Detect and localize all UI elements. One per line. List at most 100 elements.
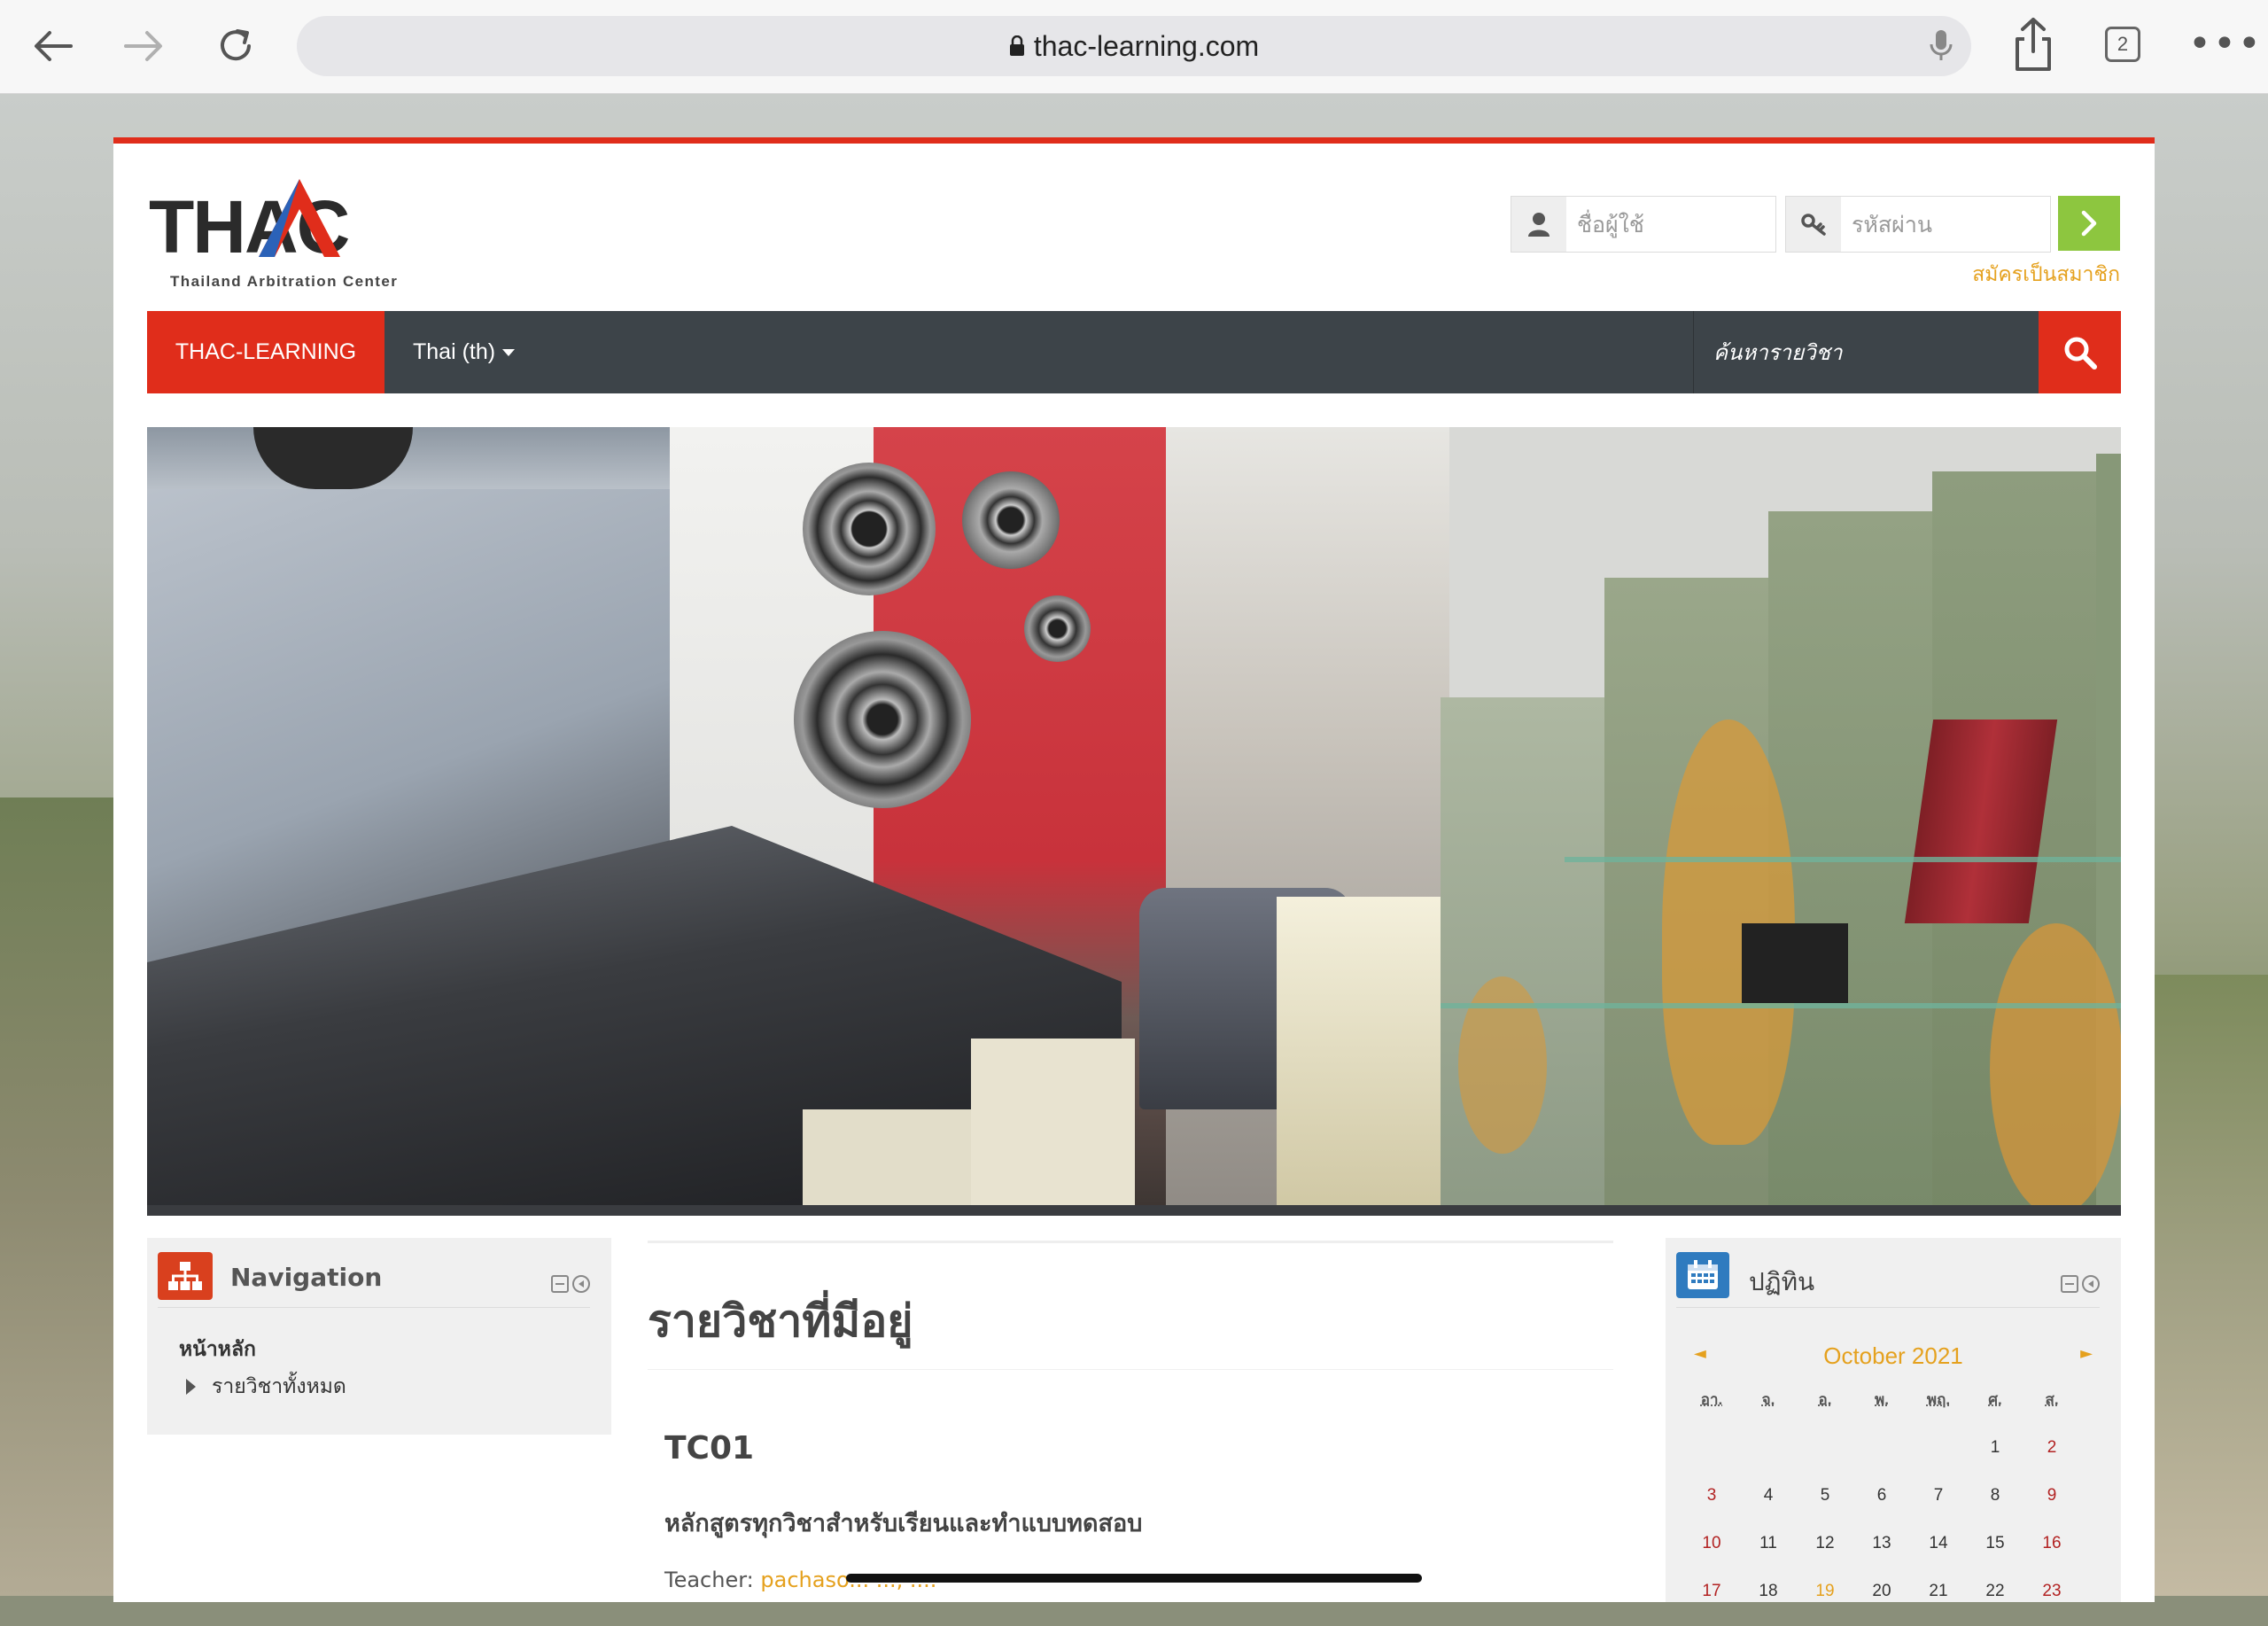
calendar-weekday-header: พ.: [1875, 1391, 1889, 1408]
nav-all-courses-link[interactable]: รายวิชาทั้งหมด: [186, 1371, 346, 1403]
calendar-weekday-header: ศ.: [1988, 1391, 2002, 1408]
brand-link[interactable]: THAC-LEARNING: [147, 311, 384, 393]
background-grass-right: [2153, 975, 2268, 1596]
calendar-day: [1740, 1435, 1797, 1482]
login-submit-button[interactable]: [2058, 196, 2120, 251]
arrow-left-icon: [35, 31, 73, 61]
background-grass-left: [0, 797, 115, 1596]
block-controls: [551, 1275, 590, 1293]
username-group: [1511, 196, 1776, 253]
calendar-day[interactable]: 7: [1910, 1482, 1967, 1530]
thac-logo[interactable]: THAC Thailand Arbitration Center: [149, 168, 406, 290]
search-icon: [2064, 337, 2097, 370]
calendar-block-header: ปฏิทิน: [1676, 1252, 2100, 1308]
calendar-day[interactable]: 14: [1910, 1530, 1967, 1578]
calendar-day: [1853, 1435, 1910, 1482]
calendar-block-title: ปฏิทิน: [1749, 1267, 1815, 1296]
divider: [648, 1241, 1613, 1243]
calendar-day[interactable]: 12: [1797, 1530, 1853, 1578]
next-month-button[interactable]: ►: [2080, 1344, 2093, 1363]
lock-icon: [1009, 35, 1024, 56]
calendar-day[interactable]: 1: [1967, 1435, 2023, 1482]
navigation-block: Navigation หน้าหลัก รายวิชาทั้งหมด: [147, 1238, 611, 1435]
password-group: [1785, 196, 2051, 253]
calendar-day[interactable]: 22: [1967, 1578, 2023, 1626]
microphone-icon[interactable]: [1929, 28, 1953, 64]
arrow-right-icon: [124, 31, 162, 61]
sitemap-icon: [158, 1252, 213, 1300]
tab-count: 2: [2117, 33, 2129, 55]
course-summary: หลักสูตรทุกวิชาสำหรับเรียนและทำแบบทดสอบ: [664, 1510, 1143, 1537]
course-title-link[interactable]: TC01: [664, 1430, 754, 1467]
calendar-block: ปฏิทิน ◄ October 2021 ► อา. จ. อ. พ. พฤ. ศ. ส.…: [1666, 1238, 2121, 1602]
calendar-weekday-header: อา.: [1700, 1391, 1723, 1408]
calendar-day[interactable]: 13: [1853, 1530, 1910, 1578]
tabs-button[interactable]: 2: [2105, 27, 2140, 62]
caret-down-icon: [502, 348, 516, 356]
password-input[interactable]: [1841, 197, 2045, 252]
user-icon: [1511, 197, 1566, 252]
calendar-day[interactable]: 16: [2023, 1530, 2080, 1578]
search-button[interactable]: [2039, 311, 2121, 393]
share-button[interactable]: [2007, 16, 2060, 74]
forward-button[interactable]: [117, 19, 170, 73]
calendar-day[interactable]: 15: [1967, 1530, 2023, 1578]
collapse-icon[interactable]: [2061, 1275, 2078, 1293]
calendar-day[interactable]: 2: [2023, 1435, 2080, 1482]
calendar-month-title[interactable]: October 2021: [1676, 1342, 2110, 1370]
share-icon: [2016, 18, 2051, 71]
username-input[interactable]: [1566, 197, 1770, 252]
navigation-block-title: Navigation: [230, 1263, 383, 1292]
back-button[interactable]: [27, 19, 80, 73]
calendar-weekday-header: พฤ.: [1926, 1391, 1951, 1408]
calendar-day[interactable]: 6: [1853, 1482, 1910, 1530]
main-navbar: THAC-LEARNING Thai (th): [147, 311, 2121, 393]
logo-subtitle: Thailand Arbitration Center: [170, 273, 399, 290]
language-label: Thai (th): [413, 339, 496, 364]
logo-mark-icon: [259, 179, 340, 257]
calendar-day[interactable]: 3: [1683, 1482, 1740, 1530]
calendar-day[interactable]: 10: [1683, 1530, 1740, 1578]
calendar-day[interactable]: 21: [1910, 1578, 1967, 1626]
hero-banner-image: [147, 427, 2121, 1216]
reload-button[interactable]: [209, 19, 262, 73]
available-courses-heading: รายวิชาที่มีอยู่: [648, 1295, 913, 1347]
more-menu-button[interactable]: •••: [2188, 25, 2263, 64]
calendar-icon: [1676, 1252, 1729, 1298]
key-icon: [1786, 197, 1841, 252]
calendar-day[interactable]: 19: [1797, 1578, 1853, 1626]
calendar-grid: อา. จ. อ. พ. พฤ. ศ. ส. 1 2 3 4 5 6 7 8 9 10 11 12 13 14 15 16 1…: [1683, 1387, 2080, 1626]
calendar-day[interactable]: 17: [1683, 1578, 1740, 1626]
chevron-right-icon: [2081, 210, 2097, 237]
calendar-day[interactable]: 20: [1853, 1578, 1910, 1626]
calendar-day[interactable]: 18: [1740, 1578, 1797, 1626]
block-controls: [2061, 1275, 2100, 1293]
calendar-month-nav: ◄ October 2021 ►: [1676, 1342, 2110, 1373]
calendar-day[interactable]: 5: [1797, 1482, 1853, 1530]
dock-icon[interactable]: [572, 1275, 590, 1293]
divider: [648, 1369, 1613, 1370]
dock-icon[interactable]: [2082, 1275, 2100, 1293]
calendar-day[interactable]: 9: [2023, 1482, 2080, 1530]
home-indicator: [846, 1574, 1422, 1583]
calendar-weekday-header: ส.: [2045, 1391, 2059, 1408]
page-container: THAC Thailand Arbitration Center สมัครเป…: [113, 137, 2155, 1602]
collapse-icon[interactable]: [551, 1275, 569, 1293]
nav-all-courses-label: รายวิชาทั้งหมด: [212, 1375, 346, 1398]
calendar-day[interactable]: 8: [1967, 1482, 2023, 1530]
calendar-day[interactable]: 23: [2023, 1578, 2080, 1626]
course-search-input[interactable]: [1693, 311, 2039, 393]
calendar-day[interactable]: 4: [1740, 1482, 1797, 1530]
calendar-day: [1797, 1435, 1853, 1482]
nav-home-link[interactable]: หน้าหลัก: [179, 1334, 256, 1365]
language-menu[interactable]: Thai (th): [413, 311, 516, 393]
calendar-day: [1910, 1435, 1967, 1482]
url-text: thac-learning.com: [1033, 29, 1260, 62]
calendar-day[interactable]: 11: [1740, 1530, 1797, 1578]
signup-link[interactable]: สมัครเป็นสมาชิก: [1885, 259, 2120, 291]
calendar-weekday-header: จ.: [1761, 1391, 1775, 1408]
address-bar[interactable]: thac-learning.com: [297, 16, 1971, 76]
calendar-weekday-header: อ.: [1818, 1391, 1832, 1408]
browser-toolbar: thac-learning.com 2 •••: [0, 0, 2268, 94]
calendar-day: [1683, 1435, 1740, 1482]
